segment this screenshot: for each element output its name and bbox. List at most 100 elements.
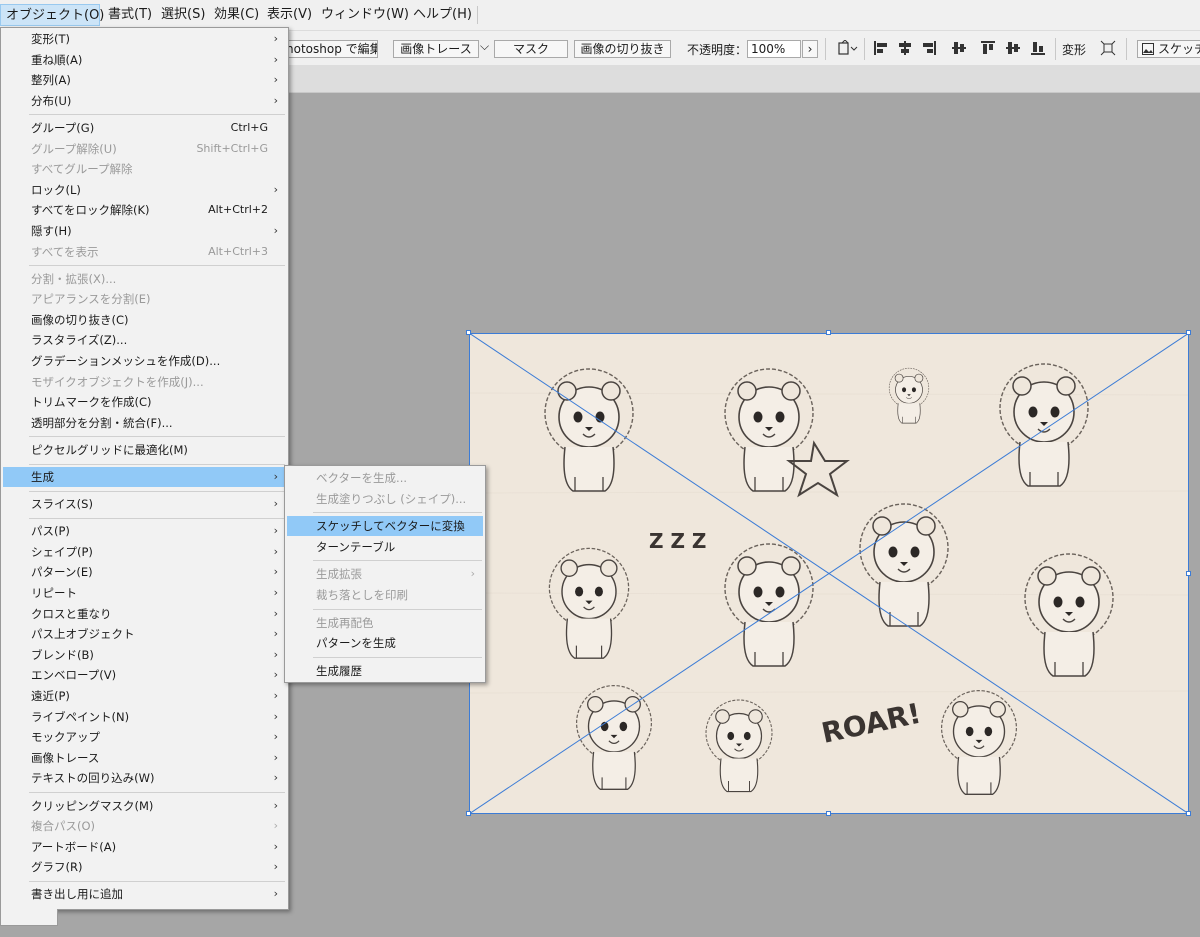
align-right-icon[interactable] <box>921 40 937 56</box>
object_menu-item-8[interactable]: ロック(L) › <box>3 180 286 200</box>
menu-item-label: 生成履歴 <box>316 663 362 678</box>
image-trace-button[interactable]: 画像トレース <box>393 40 479 58</box>
chevron-right-icon: › <box>273 689 278 702</box>
object_menu-item-2[interactable]: 整列(A) › <box>3 70 286 90</box>
artboard-align-icon[interactable] <box>837 40 859 56</box>
resize-handle-tr[interactable] <box>1186 330 1191 335</box>
object_menu-item-33[interactable]: パス上オブジェクト › <box>3 624 286 644</box>
menu-separator <box>29 792 285 793</box>
menu-item-label: 透明部分を分割・統合(F)... <box>31 415 173 430</box>
menu-help[interactable]: ヘルプ(H) <box>408 4 477 26</box>
image-trace-dropdown-icon[interactable]: ⌵ <box>480 39 489 54</box>
align-bottom-icon[interactable] <box>1030 40 1046 56</box>
object_menu-item-0[interactable]: 変形(T) › <box>3 29 286 49</box>
menu-item-label: すべてをロック解除(K) <box>31 203 150 218</box>
chevron-right-icon: › <box>273 32 278 45</box>
align-vertical-center-icon[interactable] <box>951 40 967 56</box>
object_menu-item-26[interactable]: スライス(S) › <box>3 494 286 514</box>
menu-effect[interactable]: 効果(C) <box>209 4 264 26</box>
object_menu-item-24[interactable]: 生成 › <box>3 467 286 487</box>
mask-button[interactable]: マスク <box>494 40 568 58</box>
object_menu-item-35[interactable]: エンベロープ(V) › <box>3 665 286 685</box>
object_menu-item-45[interactable]: グラフ(R) › <box>3 857 286 877</box>
chevron-right-icon: › <box>273 52 278 66</box>
object_menu-item-1[interactable]: 重ね順(A) › <box>3 50 286 70</box>
transform-link[interactable]: 変形 <box>1062 41 1086 58</box>
align-top-icon[interactable] <box>980 40 996 56</box>
resize-handle-br[interactable] <box>1186 811 1191 816</box>
menu-separator <box>29 490 285 492</box>
generate_submenu-item-3[interactable]: スケッチしてベクターに変換 <box>287 516 483 537</box>
object_menu-item-20[interactable]: 透明部分を分割・統合(F)... <box>3 413 286 433</box>
object_menu-item-17[interactable]: グラデーションメッシュを作成(D)... <box>3 351 286 371</box>
object_menu-item-30[interactable]: パターン(E) › <box>3 562 286 582</box>
object_menu-item-40[interactable]: テキストの回り込み(W) › <box>3 768 286 788</box>
menu-item-label: アピアランスを分割(E) <box>31 292 151 307</box>
object_menu-item-39[interactable]: 画像トレース › <box>3 748 286 768</box>
menu-window[interactable]: ウィンドウ(W) <box>316 4 414 26</box>
object_menu-item-44[interactable]: アートボード(A) › <box>3 837 286 857</box>
menu-separator <box>29 114 285 116</box>
crop-image-button[interactable]: 画像の切り抜き <box>574 40 671 58</box>
menu-select[interactable]: 選択(S) <box>156 4 210 26</box>
menu-view[interactable]: 表示(V) <box>262 4 317 26</box>
opacity-input[interactable]: 100% <box>747 40 801 58</box>
menu-item-label: 画像の切り抜き(C) <box>31 312 129 327</box>
opacity-arrow-button[interactable]: › <box>802 40 818 58</box>
menu-item-label: スケッチしてベクターに変換 <box>316 519 465 534</box>
object_menu-item-47[interactable]: 書き出し用に追加 › <box>3 884 286 904</box>
isolate-icon[interactable] <box>1100 40 1116 56</box>
align-horizontal-center-icon[interactable] <box>897 40 913 56</box>
object_menu-item-16[interactable]: ラスタライズ(Z)... <box>3 330 286 350</box>
object_menu-item-32[interactable]: クロスと重なり › <box>3 604 286 624</box>
menu-item-label: アートボード(A) <box>31 839 117 854</box>
object_menu-item-10[interactable]: 隠す(H) › <box>3 221 286 241</box>
object_menu-item-6: グループ解除(U) Shift+Ctrl+G <box>3 139 286 159</box>
object_menu-item-38[interactable]: モックアップ › <box>3 727 286 747</box>
resize-handle-b[interactable] <box>826 811 831 816</box>
menu-item-label: モックアップ <box>31 730 100 745</box>
generate_submenu-item-0: ベクターを生成... <box>287 468 483 488</box>
object_menu-item-37[interactable]: ライブペイント(N) › <box>3 707 286 727</box>
chevron-right-icon: › <box>273 750 278 764</box>
selection-bounding-box[interactable] <box>466 330 1191 816</box>
generate_submenu-item-12[interactable]: 生成履歴 <box>287 661 483 681</box>
generate_submenu-item-4[interactable]: ターンテーブル <box>287 537 483 557</box>
chevron-right-icon: › <box>273 524 278 538</box>
object_menu-item-42[interactable]: クリッピングマスク(M) › <box>3 796 286 816</box>
menu-item-label: 遠近(P) <box>31 689 70 703</box>
object_menu-item-36[interactable]: 遠近(P) › <box>3 686 286 706</box>
resize-handle-r[interactable] <box>1186 571 1191 576</box>
resize-handle-bl[interactable] <box>466 811 471 816</box>
object_menu-item-19[interactable]: トリムマークを作成(C) <box>3 392 286 412</box>
divider <box>864 38 865 60</box>
object_menu-item-15[interactable]: 画像の切り抜き(C) <box>3 310 286 330</box>
object_menu-item-9[interactable]: すべてをロック解除(K) Alt+Ctrl+2 <box>3 200 286 220</box>
sketch-to-vector-button[interactable]: スケッチ <box>1137 40 1200 58</box>
resize-handle-t[interactable] <box>826 330 831 335</box>
object_menu-item-7: すべてグループ解除 <box>3 159 286 179</box>
align-middle-icon[interactable] <box>1005 40 1021 56</box>
generate_submenu-item-10[interactable]: パターンを生成 <box>287 633 483 653</box>
menu-item-label: 生成 <box>31 470 54 484</box>
menu-separator <box>29 436 285 438</box>
object_menu-item-29[interactable]: シェイプ(P) › <box>3 542 286 562</box>
menu-type[interactable]: 書式(T) <box>103 4 157 26</box>
object_menu-item-28[interactable]: パス(P) › <box>3 521 286 541</box>
menu-item-shortcut: Alt+Ctrl+3 <box>208 244 268 258</box>
object_menu-item-34[interactable]: ブレンド(B) › <box>3 645 286 665</box>
menu-separator <box>313 656 482 658</box>
menu-item-label: クリッピングマスク(M) <box>31 798 154 813</box>
object_menu-item-22[interactable]: ピクセルグリッドに最適化(M) <box>3 440 286 460</box>
menu-object[interactable]: オブジェクト(O) <box>0 4 104 26</box>
edit-in-photoshop-button[interactable]: hotoshop で編集 <box>282 40 378 58</box>
object_menu-item-31[interactable]: リピート › <box>3 583 286 603</box>
resize-handle-tl[interactable] <box>466 330 471 335</box>
object_menu-item-5[interactable]: グループ(G) Ctrl+G <box>3 118 286 138</box>
chevron-right-icon: › <box>273 565 278 579</box>
chevron-right-icon: › <box>273 709 278 723</box>
menu-item-label: テキストの回り込み(W) <box>31 771 155 786</box>
object_menu-item-13: 分割・拡張(X)... <box>3 269 286 289</box>
align-left-icon[interactable] <box>873 40 889 56</box>
object_menu-item-3[interactable]: 分布(U) › <box>3 91 286 111</box>
